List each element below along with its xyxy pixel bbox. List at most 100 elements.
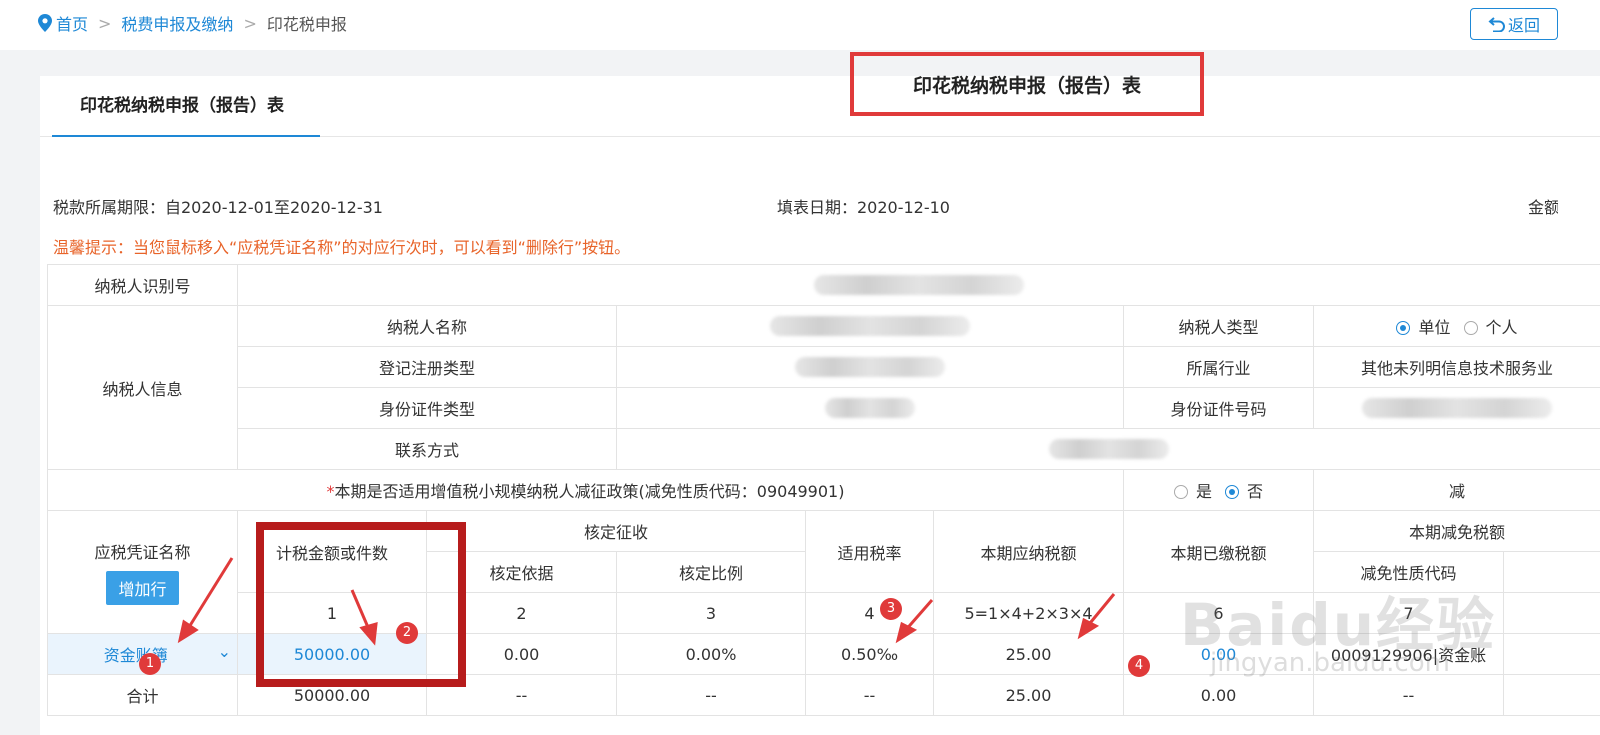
- assessed-basis-input[interactable]: 0.00: [426, 633, 617, 675]
- taxpayer-info-label: 纳税人信息: [47, 305, 238, 470]
- doc-name-header-label: 应税凭证名称: [94, 543, 191, 562]
- table-row: 应税凭证名称 增加行 计税金额或件数 核定征收 适用税率 本期应纳税额 本期已缴…: [47, 510, 1600, 634]
- total-amount: 50000.00: [237, 674, 427, 716]
- table-row: *本期是否适用增值税小规模纳税人减征政策(减免性质代码：09049901) 是 …: [47, 469, 1600, 511]
- assessed-basis-header: 核定依据: [426, 551, 617, 593]
- relief-code-value: 0009129906|资金账: [1330, 646, 1487, 665]
- payable-value: 25.00: [933, 633, 1124, 675]
- tab-bar: 印花税纳税申报（报告）表: [40, 76, 1600, 137]
- tax-period: 税款所属期限：自2020-12-01至2020-12-31: [53, 198, 383, 217]
- redacted-value: [1048, 439, 1169, 460]
- policy-question-text: 本期是否适用增值税小规模纳税人减征政策(减免性质代码：09049901): [334, 482, 845, 501]
- column-index: 3: [616, 592, 806, 634]
- radio-policy-no-label: 否: [1247, 482, 1264, 501]
- total-basis: --: [426, 674, 617, 716]
- radio-unit-label: 单位: [1418, 318, 1451, 337]
- table-row: 登记注册类型 所属行业 其他未列明信息技术服务业: [48, 346, 1600, 388]
- table-row: 纳税人信息 纳税人名称 纳税人类型 单位 个人: [47, 305, 1600, 470]
- column-index: 7: [1313, 592, 1504, 634]
- table-row: 联系方式: [48, 428, 1600, 470]
- column-index: 4: [805, 592, 934, 634]
- assessed-ratio-input[interactable]: 0.00%: [616, 633, 806, 675]
- redacted-value: [770, 316, 970, 337]
- relief-amount-cell: [1503, 633, 1600, 675]
- table-row: 资金账簿 ⌄ 50000.00 0.00 0.00% 0.50‰ 25.00 0…: [47, 633, 1600, 675]
- reg-type-value: [616, 346, 1124, 388]
- taxpayer-id-value: [237, 264, 1600, 306]
- industry-label: 所属行业: [1123, 346, 1314, 388]
- breadcrumb-separator: >: [98, 13, 112, 33]
- policy-right-label: 减: [1313, 469, 1600, 511]
- id-type-label: 身份证件类型: [237, 387, 617, 429]
- breadcrumb-current: 印花税申报: [266, 15, 347, 34]
- policy-radio-group: 是 否: [1123, 469, 1314, 511]
- radio-unit[interactable]: [1396, 321, 1411, 335]
- radio-policy-yes-label: 是: [1195, 482, 1212, 501]
- paid-input[interactable]: 0.00: [1123, 633, 1314, 675]
- radio-individual-label: 个人: [1485, 318, 1518, 337]
- breadcrumb-tax-filing-link[interactable]: 税费申报及缴纳: [121, 11, 233, 35]
- rate-header: 适用税率: [805, 510, 934, 593]
- relief-header: 本期减免税额: [1313, 510, 1600, 552]
- contact-value: [616, 428, 1600, 470]
- contact-label: 联系方式: [237, 428, 617, 470]
- redacted-value: [814, 275, 1024, 296]
- total-relief: [1503, 674, 1600, 716]
- table-row: 纳税人识别号: [47, 264, 1600, 306]
- total-rate: --: [805, 674, 934, 716]
- column-index: 2: [426, 592, 617, 634]
- taxable-amount-input[interactable]: 50000.00: [237, 633, 427, 675]
- column-index: 1: [237, 592, 427, 634]
- table-row: 身份证件类型 身份证件号码: [48, 387, 1600, 429]
- radio-policy-yes[interactable]: [1173, 485, 1188, 499]
- relief-amount-header: [1503, 551, 1600, 593]
- paid-header: 本期已缴税额: [1123, 510, 1314, 593]
- breadcrumb-separator: >: [243, 13, 257, 33]
- assessed-header: 核定征收: [426, 510, 806, 552]
- form-title: 印花税纳税申报（报告）表: [850, 52, 1204, 116]
- total-label: 合计: [47, 674, 238, 716]
- taxpayer-type-label: 纳税人类型: [1123, 305, 1314, 347]
- doc-name-value: 资金账簿: [103, 646, 168, 665]
- redacted-value: [795, 357, 945, 378]
- policy-question: *本期是否适用增值税小规模纳税人减征政策(减免性质代码：09049901): [47, 469, 1124, 511]
- assessed-ratio-header: 核定比例: [616, 551, 806, 593]
- chevron-down-icon: ⌄: [217, 642, 231, 661]
- back-button-label: 返回: [1507, 16, 1540, 35]
- id-type-value: [616, 387, 1124, 429]
- column-index: [1503, 592, 1600, 634]
- id-number-label: 身份证件号码: [1123, 387, 1314, 429]
- column-index: 5=1×4+2×3×4: [933, 592, 1124, 634]
- radio-policy-no[interactable]: [1225, 485, 1240, 499]
- table-row: 合计 50000.00 -- -- -- 25.00 0.00 --: [47, 674, 1600, 716]
- total-payable: 25.00: [933, 674, 1124, 716]
- fill-date: 填表日期：2020-12-10: [777, 198, 950, 217]
- industry-value: 其他未列明信息技术服务业: [1313, 346, 1600, 388]
- amount-unit: 金额: [1528, 198, 1558, 217]
- add-row-button[interactable]: 增加行: [106, 571, 179, 605]
- required-mark: *: [326, 482, 335, 501]
- hint-text: 温馨提示：当您鼠标移入“应税凭证名称”的对应行次时，可以看到“删除行”按钮。: [53, 238, 631, 257]
- top-bar: 首页 > 税费申报及缴纳 > 印花税申报 返回: [0, 0, 1600, 50]
- radio-individual[interactable]: [1463, 321, 1478, 335]
- taxpayer-type-radio-group: 单位 个人: [1313, 305, 1600, 347]
- breadcrumb-home-link[interactable]: 首页: [56, 11, 88, 35]
- return-arrow-icon: [1488, 17, 1505, 32]
- total-ratio: --: [616, 674, 806, 716]
- reg-type-label: 登记注册类型: [237, 346, 617, 388]
- declaration-table: 纳税人识别号 纳税人信息 纳税人名称 纳税人类型 单位 个人 登记注册类型 所属…: [47, 264, 1600, 716]
- doc-name-header: 应税凭证名称 增加行: [47, 510, 238, 634]
- id-number-value: [1313, 387, 1600, 429]
- taxpayer-name-label: 纳税人名称: [237, 305, 617, 347]
- payable-header: 本期应纳税额: [933, 510, 1124, 593]
- column-index: 6: [1123, 592, 1314, 634]
- tab-stamp-tax-form[interactable]: 印花税纳税申报（报告）表: [52, 76, 320, 137]
- location-pin-icon: [38, 14, 52, 32]
- relief-code-header: 减免性质代码: [1313, 551, 1504, 593]
- table-row: 1 2 3 4 5=1×4+2×3×4 6 7: [48, 592, 1600, 634]
- redacted-value: [825, 398, 915, 419]
- doc-name-select[interactable]: 资金账簿 ⌄: [47, 633, 238, 675]
- total-paid: 0.00: [1123, 674, 1314, 716]
- back-button[interactable]: 返回: [1470, 8, 1558, 40]
- relief-code-select[interactable]: 0009129906|资金账: [1313, 633, 1504, 675]
